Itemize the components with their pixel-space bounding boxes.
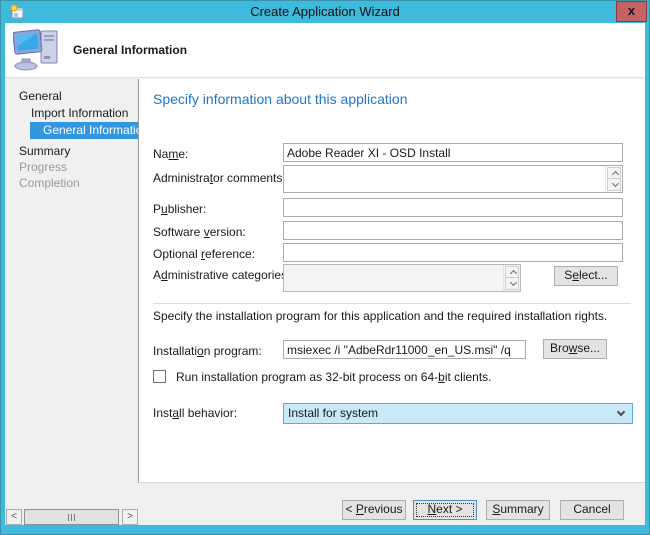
wizard-header: General Information: [5, 23, 645, 78]
browse-button[interactable]: Browse...: [543, 339, 607, 359]
name-label: Name:: [153, 147, 188, 161]
run-32bit-checkbox[interactable]: [153, 370, 166, 383]
grip-icon: [68, 514, 69, 521]
sidebar-item-general-information-selected[interactable]: General Information: [30, 122, 138, 139]
client-area: General Information General Import Infor…: [5, 23, 645, 525]
chevron-right-icon[interactable]: >: [122, 509, 138, 525]
sidebar-item-completion: Completion: [19, 176, 80, 190]
window-title: Create Application Wizard: [1, 4, 649, 19]
administrative-categories-input: [283, 264, 521, 292]
grip-icon: [71, 514, 72, 521]
create-application-wizard-window: Create Application Wizard x General Info…: [0, 0, 650, 535]
chevron-left-icon[interactable]: <: [6, 509, 22, 525]
administrator-comments-input[interactable]: [283, 165, 623, 193]
sidebar-item-summary[interactable]: Summary: [19, 144, 70, 158]
optional-reference-label: Optional reference:: [153, 247, 255, 261]
chevron-down-icon: [617, 408, 625, 416]
sidebar-item-import-information[interactable]: Import Information: [31, 106, 128, 120]
installation-program-label: Installation program:: [153, 344, 262, 358]
categories-scrollbar: [503, 265, 520, 291]
software-version-label: Software version:: [153, 225, 246, 239]
publisher-label: Publisher:: [153, 202, 206, 216]
page-heading: Specify information about this applicati…: [153, 91, 407, 107]
install-behavior-label: Install behavior:: [153, 406, 237, 420]
chevron-down-icon: [505, 277, 519, 290]
computer-icon: [13, 29, 61, 71]
run-32bit-checkbox-label[interactable]: Run installation program as 32-bit proce…: [176, 370, 492, 384]
install-behavior-select[interactable]: Install for system: [283, 403, 633, 424]
administrator-comments-label: Administrator comments:: [153, 171, 286, 185]
install-behavior-value: Install for system: [288, 406, 378, 420]
sidebar-item-progress: Progress: [19, 160, 67, 174]
select-categories-button[interactable]: Select...: [554, 266, 618, 286]
chevron-down-icon[interactable]: [607, 178, 621, 191]
cancel-button[interactable]: Cancel: [560, 500, 624, 520]
administrative-categories-label: Administrative categories:: [153, 268, 290, 282]
installation-program-input[interactable]: [283, 340, 526, 359]
general-information-panel: Specify information about this applicati…: [138, 79, 645, 483]
comments-scrollbar[interactable]: [605, 166, 622, 192]
previous-button[interactable]: < Previous: [342, 500, 406, 520]
installation-section-text: Specify the installation program for thi…: [153, 309, 607, 323]
sidebar-horizontal-scrollbar[interactable]: < >: [6, 509, 138, 525]
summary-button[interactable]: Summary: [486, 500, 550, 520]
software-version-input[interactable]: [283, 221, 623, 240]
name-input[interactable]: [283, 143, 623, 162]
sidebar-item-general[interactable]: General: [19, 89, 62, 103]
scrollbar-thumb[interactable]: [24, 509, 119, 525]
header-page-title: General Information: [73, 43, 187, 57]
close-button[interactable]: x: [616, 1, 647, 22]
titlebar[interactable]: Create Application Wizard x: [1, 1, 649, 23]
next-button[interactable]: Next >: [413, 500, 477, 520]
optional-reference-input[interactable]: [283, 243, 623, 262]
publisher-input[interactable]: [283, 198, 623, 217]
wizard-body: General Import Information General Infor…: [5, 79, 645, 525]
section-divider: [153, 303, 631, 304]
grip-icon: [74, 514, 75, 521]
